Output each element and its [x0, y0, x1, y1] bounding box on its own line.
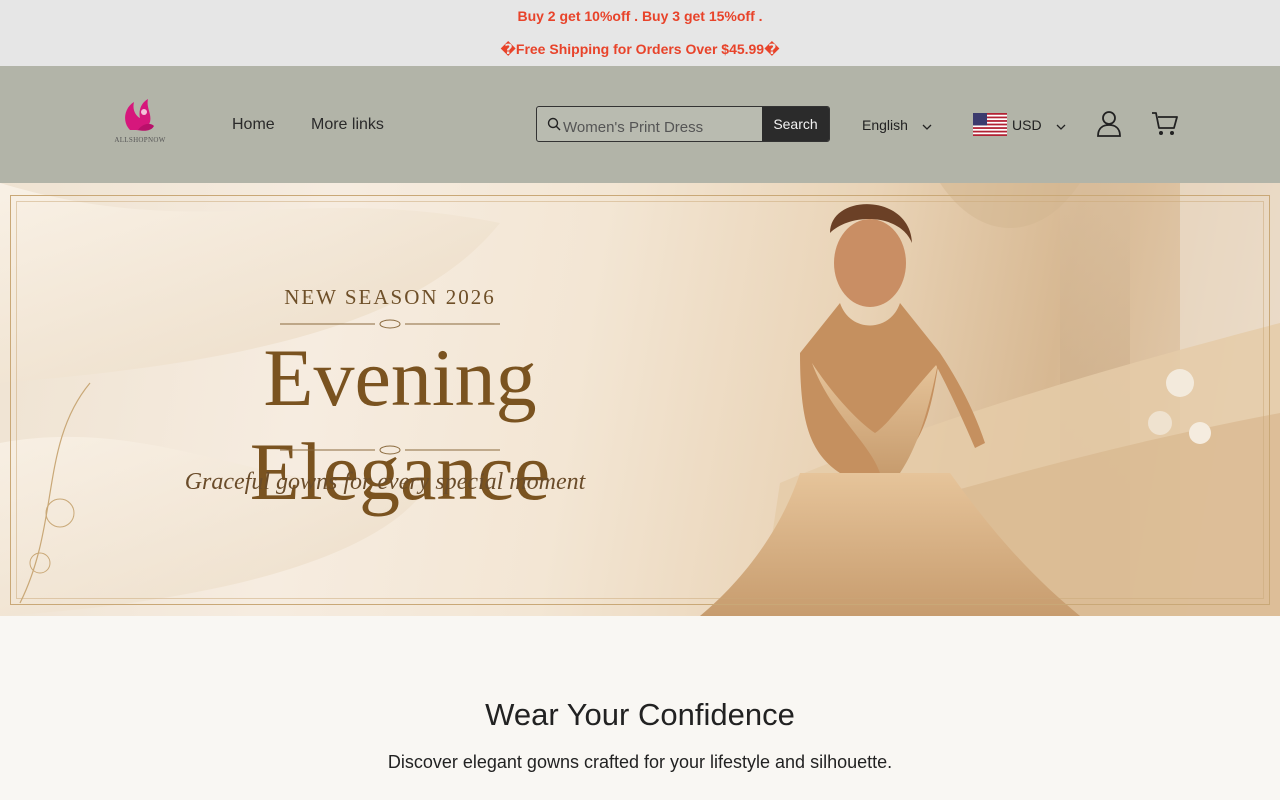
search-bar: Search	[536, 106, 830, 142]
logo-icon	[125, 99, 154, 131]
search-input[interactable]	[563, 107, 762, 141]
shipping-text: �Free Shipping for Orders Over $45.99�	[500, 41, 780, 57]
search-icon	[537, 117, 563, 131]
us-flag-icon	[973, 113, 1007, 136]
account-icon[interactable]	[1095, 109, 1123, 137]
chevron-down-icon	[922, 117, 932, 133]
store-logo[interactable]: ALLSHOPNOW	[108, 96, 172, 148]
section-description: Discover elegant gowns crafted for your …	[387, 752, 893, 772]
ornament-divider-icon	[280, 319, 500, 329]
currency-selector[interactable]: USD	[973, 66, 1066, 183]
site-header: ALLSHOPNOW Home More links Search Englis…	[0, 66, 1280, 183]
search-button[interactable]: Search	[762, 107, 829, 141]
language-selector[interactable]: English	[862, 66, 932, 183]
hero-banner[interactable]: NEW SEASON 2026 Evening Elegance Gracefu…	[0, 183, 1280, 616]
hero-subtitle: Graceful gowns for every special moment	[184, 469, 586, 495]
cart-icon[interactable]	[1151, 110, 1179, 138]
ornament-divider-icon	[280, 445, 500, 455]
announcement-bar: Buy 2 get 10%off . Buy 3 get 15%off . �F…	[0, 0, 1280, 66]
section-heading: Wear Your Confidence	[485, 697, 795, 732]
hero-kicker: NEW SEASON 2026	[284, 285, 496, 309]
logo-wordmark: ALLSHOPNOW	[114, 136, 166, 144]
language-label: English	[862, 116, 908, 133]
chevron-down-icon	[1056, 117, 1066, 133]
currency-label: USD	[1012, 116, 1042, 133]
nav-more-links[interactable]: More links	[311, 66, 384, 183]
nav-home-link[interactable]: Home	[232, 66, 275, 183]
promo-text: Buy 2 get 10%off . Buy 3 get 15%off .	[517, 8, 763, 24]
